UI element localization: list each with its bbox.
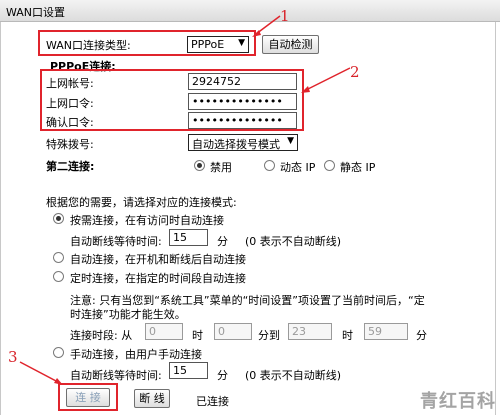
manual-wait-note: (0 表示不自动断线) [245,369,342,382]
second-connection-label: 第二连接: [46,160,95,173]
connect-period-label: 连接时段: 从 [70,329,133,342]
from-hour-input[interactable]: 0 [145,323,183,340]
second-conn-static-label: 静态 IP [340,161,376,174]
manual-connect-radio[interactable] [53,347,64,358]
second-conn-dynamic-label: 动态 IP [280,161,316,174]
wan-type-select[interactable]: PPPoE ▼ [187,36,249,53]
second-conn-disabled-label: 禁用 [210,161,232,174]
timed-connect-radio[interactable] [53,271,64,282]
to-minute-unit: 分 [416,329,427,342]
confirm-password-label: 确认口令: [46,116,94,129]
manual-wait-unit: 分 [217,369,228,382]
second-conn-disabled-radio[interactable] [194,160,205,171]
on-demand-label: 按需连接，在有访问时自动连接 [70,214,224,227]
account-input[interactable]: 2924752 [188,73,297,90]
manual-wait-label: 自动断线等待时间: [70,369,162,382]
on-demand-wait-unit: 分 [217,235,228,248]
special-dial-select[interactable]: 自动选择拨号模式 ▼ [188,134,298,151]
connection-status: 已连接 [196,395,229,408]
auto-connect-label: 自动连接，在开机和断线后自动连接 [70,253,246,266]
manual-connect-label: 手动连接，由用户手动连接 [70,348,202,361]
chevron-down-icon: ▼ [287,136,294,146]
account-label: 上网帐号: [46,77,94,90]
on-demand-wait-input[interactable]: 15 [169,229,208,246]
auto-connect-radio[interactable] [53,252,64,263]
to-minute-input[interactable]: 59 [364,323,408,340]
chevron-down-icon: ▼ [238,38,245,48]
special-dial-label: 特殊拨号: [46,138,94,151]
from-hour-unit: 时 [192,329,203,342]
password-input[interactable]: •••••••••••••• [188,93,297,110]
on-demand-wait-note: (0 表示不自动断线) [245,235,342,248]
annotation-number-2: 2 [350,63,360,81]
to-hour-input[interactable]: 23 [288,323,332,340]
watermark-text: 青红百科 [420,391,496,412]
window-title: WAN口设置 [6,6,66,19]
annotation-number-1: 1 [280,7,290,25]
wan-type-label: WAN口连接类型: [46,39,131,52]
on-demand-wait-label: 自动断线等待时间: [70,235,162,248]
disconnect-button[interactable]: 断 线 [134,389,170,408]
confirm-password-input[interactable]: •••••••••••••• [188,112,297,129]
timed-connect-label: 定时连接，在指定的时间段自动连接 [70,272,246,285]
wan-type-value: PPPoE [191,38,225,51]
password-label: 上网口令: [46,97,94,110]
second-conn-static-radio[interactable] [324,160,335,171]
connect-button[interactable]: 连 接 [66,388,110,407]
special-dial-value: 自动选择拨号模式 [192,138,280,151]
on-demand-radio[interactable] [53,213,64,224]
from-minute-input[interactable]: 0 [214,323,252,340]
to-label: 分到 [258,329,280,342]
manual-wait-input[interactable]: 15 [169,362,208,379]
timed-note-line2: 时连接”功能才能生效。 [70,308,186,321]
mode-intro-text: 根据您的需要，请选择对应的连接模式: [46,196,237,209]
to-hour-unit: 时 [342,329,353,342]
second-conn-dynamic-radio[interactable] [264,160,275,171]
